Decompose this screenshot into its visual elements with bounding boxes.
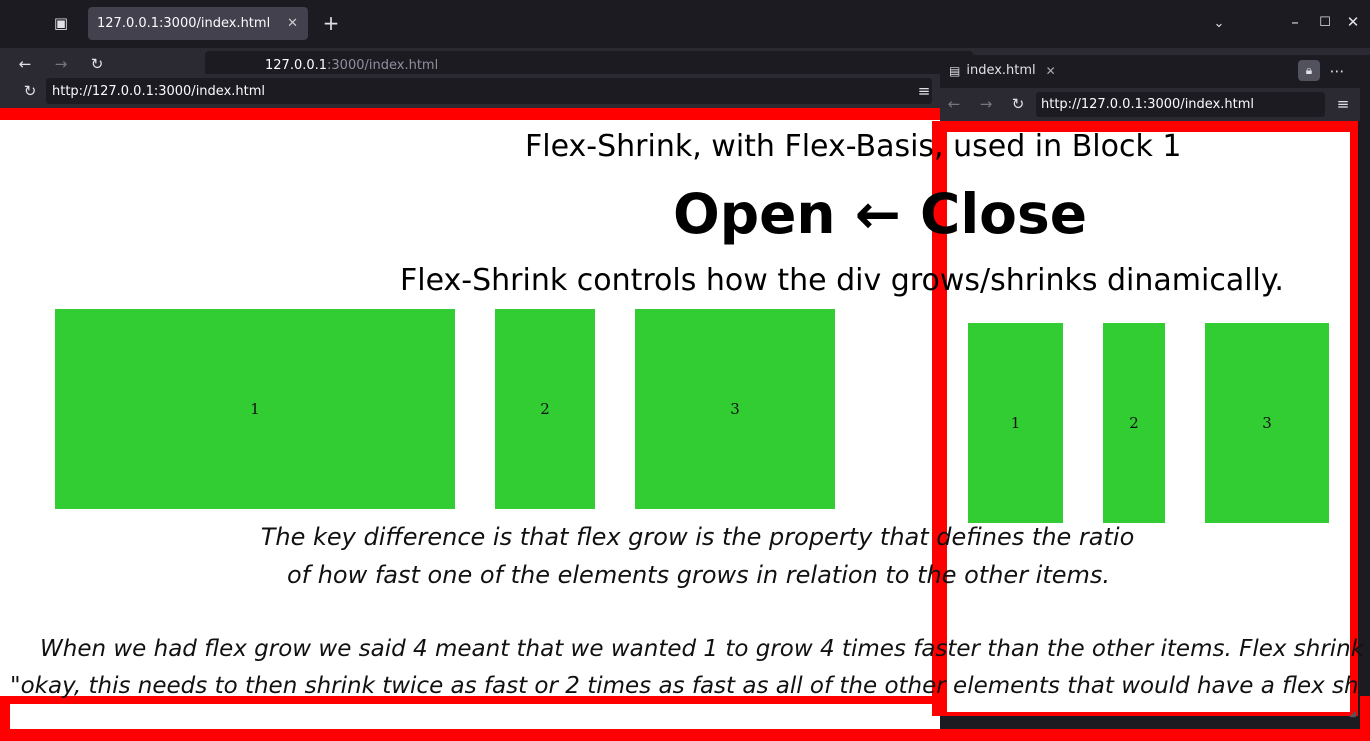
- paragraph-1-line-1: The key difference is that flex grow is …: [260, 523, 1135, 551]
- lock-icon[interactable]: 🔒︎: [1298, 60, 1320, 81]
- back-icon[interactable]: ←: [14, 54, 36, 74]
- right-reload-icon[interactable]: ↻: [1008, 94, 1028, 114]
- right-forward-icon[interactable]: →: [976, 94, 996, 114]
- box-label: 3: [730, 400, 740, 418]
- tab-title: 127.0.0.1:3000/index.html: [97, 16, 271, 31]
- page-subtitle: Flex-Shrink, with Flex-Basis, used in Bl…: [525, 129, 1182, 164]
- box-label: 2: [540, 400, 550, 418]
- right-flex-box-2: 2: [1103, 323, 1165, 523]
- right-menu-icon[interactable]: ≡: [1333, 94, 1353, 114]
- left-url-text: http://127.0.0.1:3000/index.html: [52, 83, 266, 99]
- paragraph-2-line-1: When we had flex grow we said 4 meant th…: [40, 636, 1370, 662]
- red-border-top: [0, 108, 940, 120]
- flex-box-3: 3: [635, 309, 835, 509]
- reload-icon[interactable]: ↻: [86, 54, 108, 74]
- right-close-tab-icon[interactable]: ✕: [1046, 64, 1056, 78]
- forward-icon[interactable]: →: [50, 54, 72, 74]
- box-label: 2: [1129, 414, 1139, 432]
- left-url-bar[interactable]: http://127.0.0.1:3000/index.html: [46, 78, 932, 104]
- page-icon: ▤: [949, 63, 961, 78]
- right-flex-box-1: 1: [968, 323, 1063, 523]
- paragraph-1-line-2: of how fast one of the elements grows in…: [286, 561, 1111, 589]
- maximize-icon[interactable]: ☐: [1316, 12, 1334, 32]
- more-options-icon[interactable]: ⋯: [1326, 60, 1348, 81]
- box-label: 3: [1262, 414, 1272, 432]
- flex-box-1: 1: [55, 309, 455, 509]
- right-window-tab[interactable]: ▤ index.html ✕: [943, 58, 1063, 83]
- tab-list-icon[interactable]: ▣: [50, 12, 72, 34]
- box-label: 1: [1010, 414, 1021, 432]
- browser-tab[interactable]: 127.0.0.1:3000/index.html ✕: [88, 7, 308, 40]
- red-border-bottom: [0, 729, 1370, 741]
- flex-box-2: 2: [495, 309, 595, 509]
- right-flex-box-3: 3: [1205, 323, 1329, 523]
- url-path: :3000/index.html: [327, 57, 439, 73]
- red-border-left: [0, 696, 10, 741]
- close-tab-icon[interactable]: ✕: [287, 16, 298, 31]
- right-url-bar[interactable]: http://127.0.0.1:3000/index.html: [1036, 92, 1325, 117]
- new-tab-icon[interactable]: +: [320, 11, 342, 35]
- right-url-text: http://127.0.0.1:3000/index.html: [1041, 97, 1255, 112]
- right-tab-title: index.html: [966, 63, 1036, 78]
- red-border-right-bottom: [1360, 696, 1370, 741]
- left-reload-icon[interactable]: ↻: [20, 81, 40, 101]
- minimize-icon[interactable]: –: [1286, 12, 1304, 32]
- close-window-icon[interactable]: ✕: [1344, 12, 1362, 32]
- chevron-down-icon[interactable]: ⌄: [1208, 12, 1230, 34]
- box-label: 1: [250, 400, 260, 418]
- paragraph-2-line-2: "okay, this needs to then shrink twice a…: [10, 673, 1360, 699]
- left-menu-icon[interactable]: ≡: [914, 81, 934, 101]
- resize-grip-icon[interactable]: ◢: [1349, 710, 1357, 719]
- page-description: Flex-Shrink controls how the div grows/s…: [400, 263, 1284, 298]
- right-back-icon[interactable]: ←: [944, 94, 964, 114]
- url-host: 127.0.0.1: [265, 57, 328, 73]
- page-title: Open ← Close: [673, 182, 1088, 246]
